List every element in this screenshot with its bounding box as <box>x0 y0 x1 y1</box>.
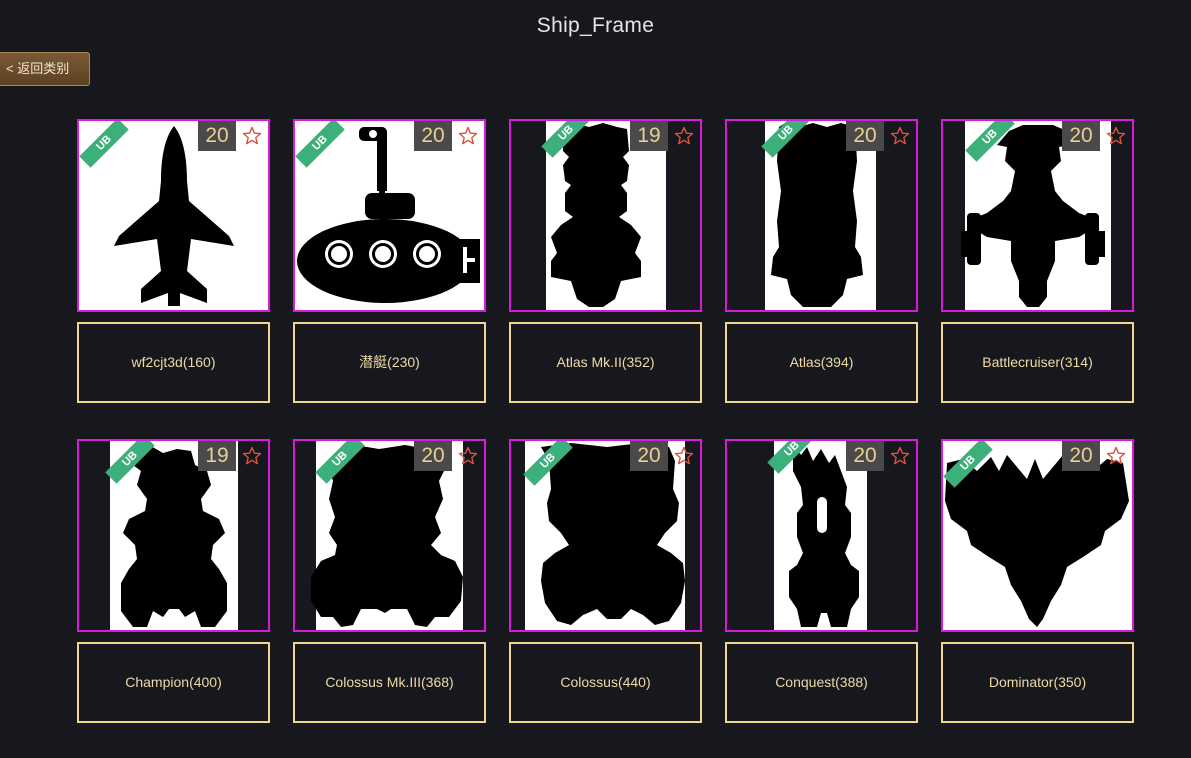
ship-thumbnail[interactable]: UB 20 <box>725 119 918 312</box>
item-count: 20 <box>846 121 884 151</box>
item-count: 20 <box>198 121 236 151</box>
ship-name-button[interactable]: Dominator(350) <box>941 642 1134 723</box>
favorite-star-icon[interactable] <box>674 126 694 146</box>
ship-thumbnail[interactable]: UB 20 <box>509 439 702 632</box>
ship-silhouette-icon <box>789 443 859 627</box>
item-count: 20 <box>414 121 452 151</box>
favorite-star-icon[interactable] <box>458 126 478 146</box>
favorite-star-icon[interactable] <box>242 446 262 466</box>
item-count: 19 <box>630 121 668 151</box>
ship-thumbnail[interactable]: UB 20 <box>725 439 918 632</box>
ship-silhouette-icon <box>771 123 863 307</box>
item-count: 20 <box>414 441 452 471</box>
item-count: 20 <box>846 441 884 471</box>
ship-thumbnail[interactable]: UB 19 <box>509 119 702 312</box>
ship-name-button[interactable]: Conquest(388) <box>725 642 918 723</box>
ship-name-button[interactable]: Atlas Mk.II(352) <box>509 322 702 403</box>
ship-thumbnail[interactable]: UB 20 <box>293 439 486 632</box>
item-count: 19 <box>198 441 236 471</box>
favorite-star-icon[interactable] <box>1106 446 1126 466</box>
ship-name-button[interactable]: wf2cjt3d(160) <box>77 322 270 403</box>
favorite-star-icon[interactable] <box>242 126 262 146</box>
ship-name-button[interactable]: 潜艇(230) <box>293 322 486 403</box>
ship-name-button[interactable]: Colossus(440) <box>509 642 702 723</box>
ship-thumbnail[interactable]: UB 20 <box>941 119 1134 312</box>
ship-thumbnail[interactable]: UB 19 <box>77 439 270 632</box>
ship-thumbnail[interactable]: UB 20 <box>77 119 270 312</box>
favorite-star-icon[interactable] <box>890 126 910 146</box>
favorite-star-icon[interactable] <box>674 446 694 466</box>
ship-name-button[interactable]: Champion(400) <box>77 642 270 723</box>
ship-silhouette-icon <box>551 123 641 307</box>
item-count: 20 <box>630 441 668 471</box>
ship-thumbnail[interactable]: UB 20 <box>941 439 1134 632</box>
ship-thumbnail[interactable]: UB 20 <box>293 119 486 312</box>
ship-name-button[interactable]: Colossus Mk.III(368) <box>293 642 486 723</box>
favorite-star-icon[interactable] <box>458 446 478 466</box>
item-count: 20 <box>1062 441 1100 471</box>
favorite-star-icon[interactable] <box>1106 126 1126 146</box>
favorite-star-icon[interactable] <box>890 446 910 466</box>
ship-name-button[interactable]: Atlas(394) <box>725 322 918 403</box>
page-title: Ship_Frame <box>536 14 655 37</box>
ship-name-button[interactable]: Battlecruiser(314) <box>941 322 1134 403</box>
back-to-category-button[interactable]: < 返回类别 <box>0 52 90 86</box>
item-count: 20 <box>1062 121 1100 151</box>
